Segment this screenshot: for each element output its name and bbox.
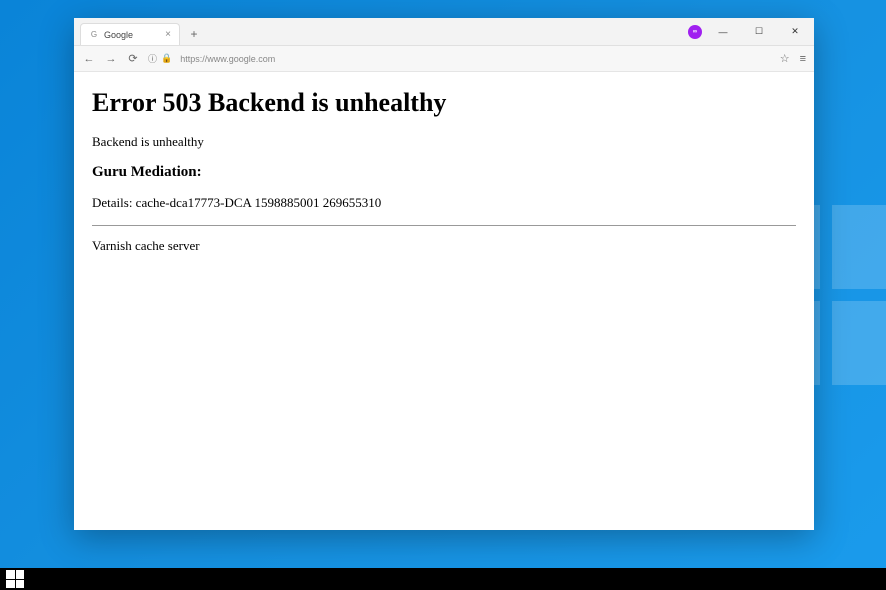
back-button[interactable]: ←	[82, 53, 96, 65]
start-button[interactable]	[6, 570, 24, 588]
browser-window: G Google × + ∞ — ☐ ✕ ← → ⟳ ⓘ 🔒 https://w…	[74, 18, 814, 530]
error-message: Backend is unhealthy	[92, 134, 796, 150]
window-controls: ∞ — ☐ ✕	[688, 18, 814, 45]
extension-icon[interactable]: ∞	[688, 25, 702, 39]
tab-title: Google	[104, 30, 160, 40]
tab-favicon-icon: G	[89, 30, 99, 40]
site-info-icon[interactable]: ⓘ	[148, 52, 157, 65]
address-bar-row: ← → ⟳ ⓘ 🔒 https://www.google.com ☆ ≡	[74, 46, 814, 72]
new-tab-button[interactable]: +	[184, 23, 204, 45]
address-security-icons: ⓘ 🔒	[148, 52, 172, 65]
titlebar: G Google × + ∞ — ☐ ✕	[74, 18, 814, 46]
bookmark-star-icon[interactable]: ☆	[780, 52, 790, 65]
close-window-button[interactable]: ✕	[780, 18, 810, 46]
minimize-button[interactable]: —	[708, 18, 738, 46]
error-details: Details: cache-dca17773-DCA 1598885001 2…	[92, 195, 796, 211]
forward-button[interactable]: →	[104, 53, 118, 65]
tab-close-icon[interactable]: ×	[165, 29, 171, 40]
divider	[92, 225, 796, 226]
error-heading: Error 503 Backend is unhealthy	[92, 88, 796, 118]
guru-mediation-heading: Guru Mediation:	[92, 164, 796, 181]
menu-icon[interactable]: ≡	[800, 53, 806, 65]
lock-icon[interactable]: 🔒	[161, 53, 172, 64]
page-content: Error 503 Backend is unhealthy Backend i…	[74, 72, 814, 530]
browser-tab[interactable]: G Google ×	[80, 23, 180, 45]
reload-button[interactable]: ⟳	[126, 52, 140, 65]
address-right-icons: ☆ ≡	[780, 52, 806, 65]
tabs-area: G Google × +	[74, 18, 688, 45]
maximize-button[interactable]: ☐	[744, 18, 774, 46]
url-input[interactable]: https://www.google.com	[180, 54, 771, 64]
server-footer: Varnish cache server	[92, 238, 796, 254]
taskbar[interactable]	[0, 568, 886, 590]
